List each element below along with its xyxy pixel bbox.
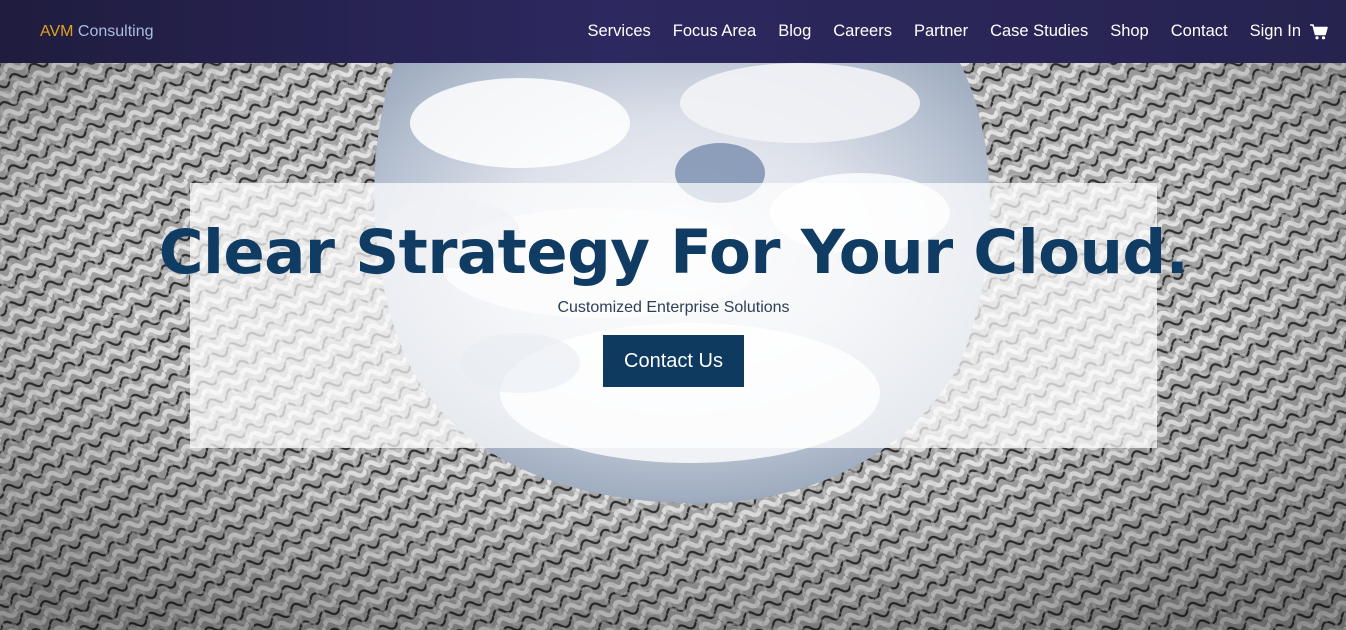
contact-us-button[interactable]: Contact Us xyxy=(603,335,744,387)
nav-item-careers[interactable]: Careers xyxy=(833,22,892,41)
brand-logo[interactable]: AVM Consulting xyxy=(40,23,154,41)
nav-item-blog[interactable]: Blog xyxy=(778,22,811,41)
main-nav: Services Focus Area Blog Careers Partner… xyxy=(565,22,1328,41)
brand-name-consulting: Consulting xyxy=(73,22,154,40)
nav-item-services[interactable]: Services xyxy=(587,22,650,41)
nav-item-focus-area[interactable]: Focus Area xyxy=(673,22,756,41)
hero-text-panel: Clear Strategy For Your Cloud. Customize… xyxy=(159,183,1189,448)
nav-item-case-studies[interactable]: Case Studies xyxy=(990,22,1088,41)
hero-section: Clear Strategy For Your Cloud. Customize… xyxy=(0,63,1346,630)
nav-item-shop[interactable]: Shop xyxy=(1110,22,1149,41)
nav-item-sign-in[interactable]: Sign In xyxy=(1250,22,1301,41)
top-navbar: AVM Consulting Services Focus Area Blog … xyxy=(0,0,1346,63)
nav-item-partner[interactable]: Partner xyxy=(914,22,968,41)
hero-subtitle: Customized Enterprise Solutions xyxy=(557,299,790,316)
hero-title: Clear Strategy For Your Cloud. xyxy=(158,217,1189,288)
brand-name-avm: AVM xyxy=(40,22,74,40)
nav-item-contact[interactable]: Contact xyxy=(1171,22,1228,41)
shopping-cart-icon[interactable] xyxy=(1310,23,1328,40)
